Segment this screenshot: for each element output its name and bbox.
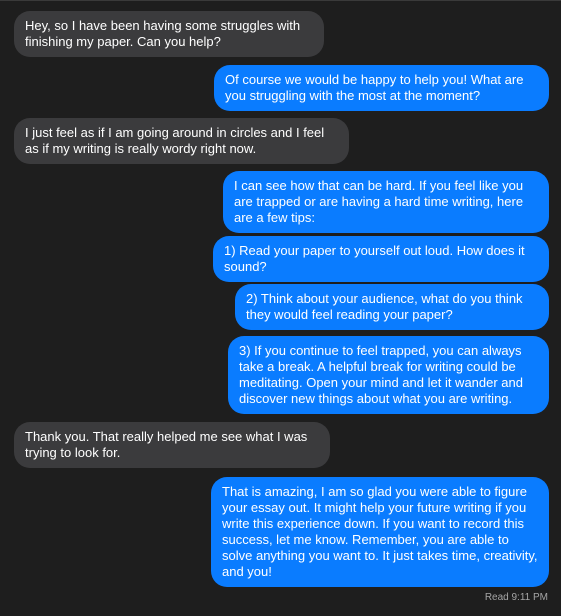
message-bubble-outgoing[interactable]: I can see how that can be hard. If you f…: [223, 171, 549, 233]
message-bubble-incoming[interactable]: Thank you. That really helped me see wha…: [8, 422, 330, 468]
message-bubble-outgoing[interactable]: 3) If you continue to feel trapped, you …: [228, 336, 555, 414]
window-top-border: [0, 0, 561, 1]
message-bubble-outgoing[interactable]: 2) Think about your audience, what do yo…: [235, 284, 549, 330]
message-bubble-outgoing[interactable]: Of course we would be happy to help you!…: [214, 65, 555, 111]
message-bubble-incoming[interactable]: I just feel as if I am going around in c…: [8, 118, 349, 164]
message-bubble-incoming[interactable]: Hey, so I have been having some struggle…: [8, 11, 324, 57]
message-bubble-outgoing[interactable]: That is amazing, I am so glad you were a…: [211, 477, 555, 587]
message-bubble-outgoing[interactable]: 1) Read your paper to yourself out loud.…: [213, 236, 549, 282]
read-receipt: Read 9:11 PM: [484, 592, 548, 603]
